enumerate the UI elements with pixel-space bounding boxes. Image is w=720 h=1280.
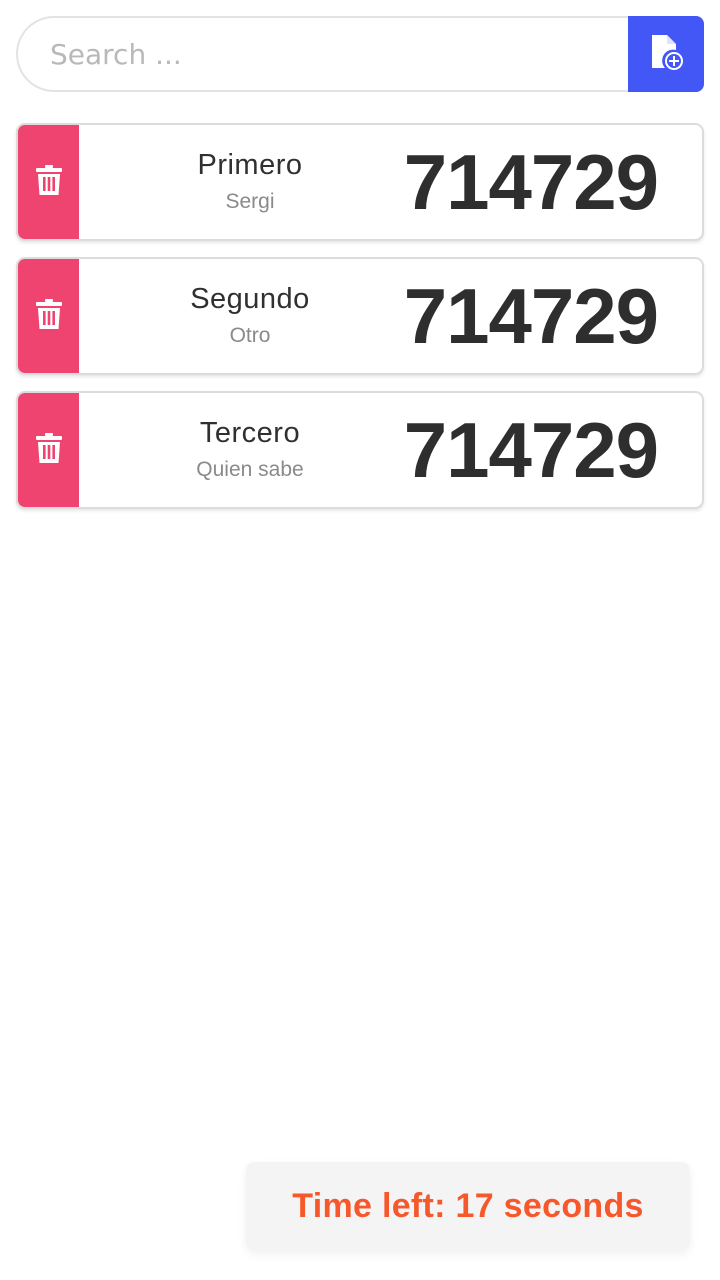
entry-card[interactable]: Primero Sergi 714729 xyxy=(16,123,704,241)
time-left-text: Time left: 17 seconds xyxy=(292,1186,644,1225)
app-screen: Primero Sergi 714729 xyxy=(0,0,720,1280)
entry-title: Segundo xyxy=(190,283,310,315)
delete-button[interactable] xyxy=(18,259,79,373)
entry-subtitle: Sergi xyxy=(225,190,275,213)
entry-info: Tercero Quien sabe xyxy=(130,393,370,507)
time-left-toast: Time left: 17 seconds xyxy=(246,1162,690,1250)
entry-card[interactable]: Segundo Otro 714729 xyxy=(16,257,704,375)
entry-subtitle: Otro xyxy=(229,324,271,347)
entry-info: Segundo Otro xyxy=(130,259,370,373)
add-entry-button[interactable] xyxy=(628,16,704,92)
entry-title: Tercero xyxy=(199,417,301,449)
entry-subtitle: Quien sabe xyxy=(196,458,304,481)
search-bar xyxy=(16,16,704,92)
delete-button[interactable] xyxy=(18,393,79,507)
entry-code: 714729 xyxy=(403,271,659,360)
trash-icon xyxy=(35,298,62,334)
delete-button[interactable] xyxy=(18,125,79,239)
entry-code: 714729 xyxy=(403,405,659,494)
entry-list: Primero Sergi 714729 Segundo Otro 714729… xyxy=(16,123,704,525)
file-add-icon xyxy=(648,33,684,76)
entry-card[interactable]: Tercero Quien sabe 714729 xyxy=(16,391,704,509)
trash-icon xyxy=(35,164,62,200)
entry-title: Primero xyxy=(197,149,303,181)
trash-icon xyxy=(35,432,62,468)
entry-info: Primero Sergi xyxy=(130,125,370,239)
entry-code: 714729 xyxy=(403,137,659,226)
search-input[interactable] xyxy=(16,16,628,92)
